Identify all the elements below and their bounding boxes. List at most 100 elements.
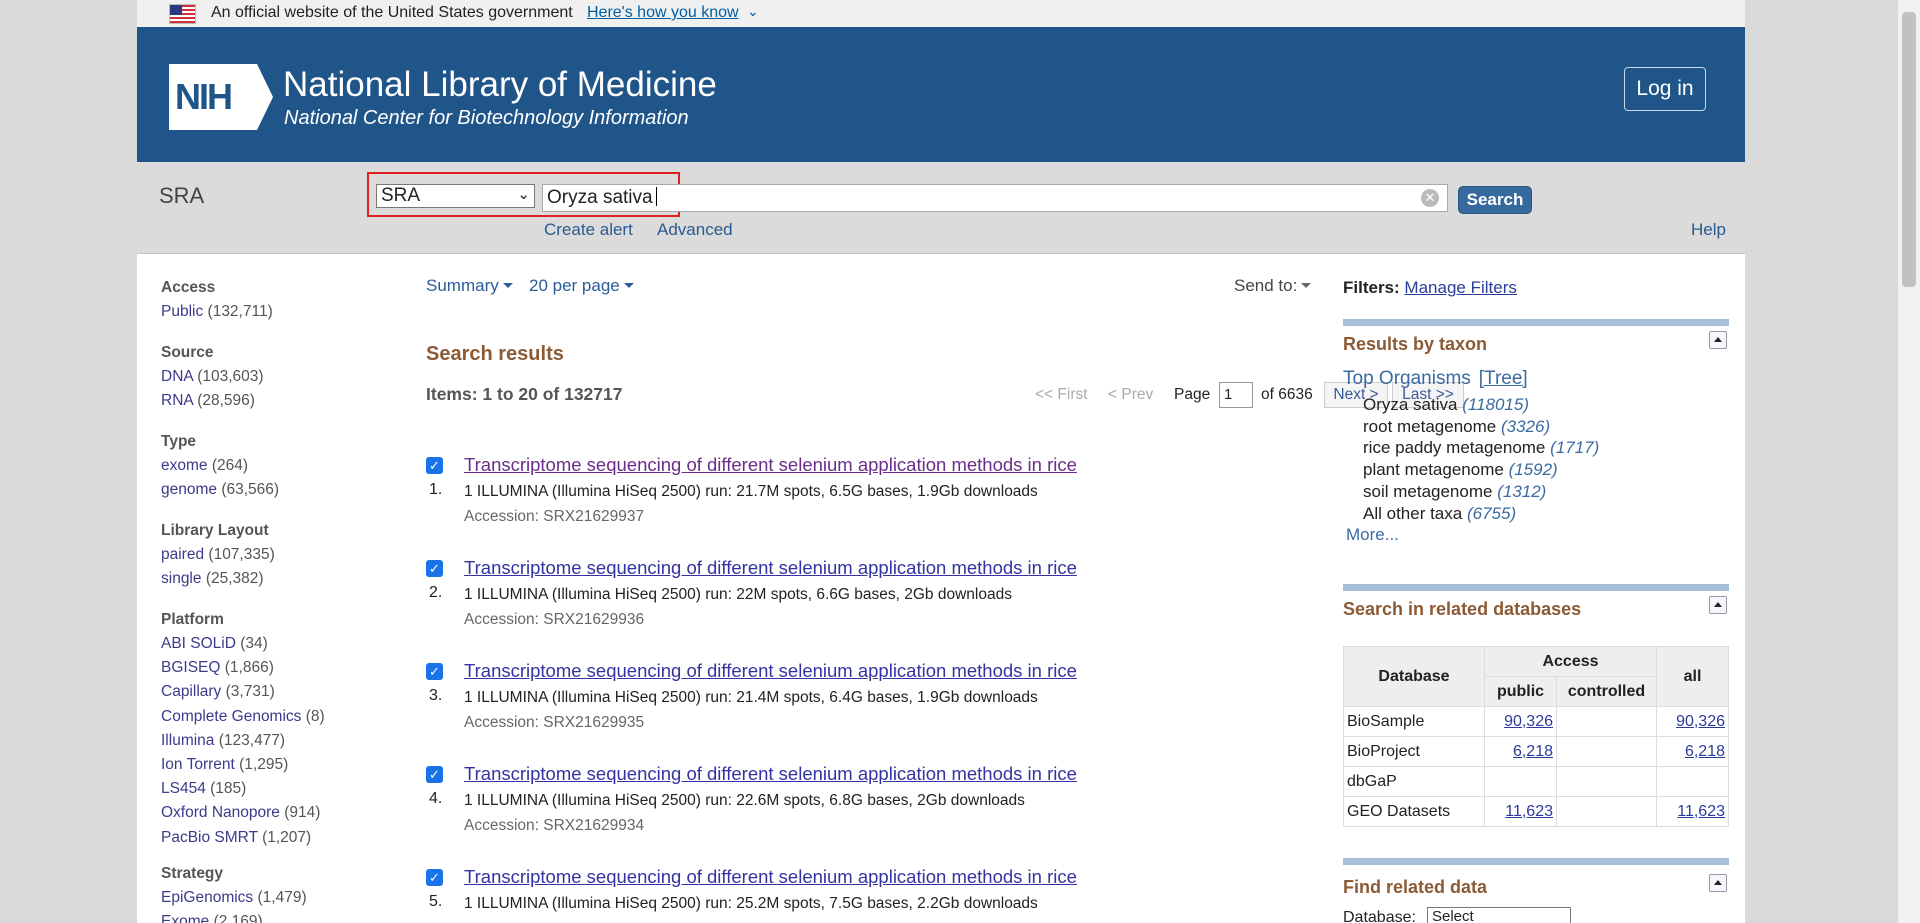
create-alert-link[interactable]: Create alert [544,220,633,240]
login-button[interactable]: Log in [1624,67,1706,111]
filter-item[interactable]: Exome (2,169) [161,910,307,923]
result-checkbox[interactable]: ✓ [426,663,443,680]
filter-item[interactable]: single (25,382) [161,567,275,591]
help-link[interactable]: Help [1691,220,1726,240]
collapse-icon[interactable] [1709,596,1727,614]
tree-link[interactable]: [Tree] [1479,368,1528,389]
filter-heading: Type [161,433,197,450]
nih-logo[interactable]: NIH [169,64,257,130]
summary-format-menu[interactable]: Summary [426,276,513,296]
result-title-link[interactable]: Transcriptome sequencing of different se… [464,763,1077,785]
result-title-link[interactable]: Transcriptome sequencing of different se… [464,660,1077,682]
find-database-select[interactable]: Select [1427,907,1571,923]
filter-item[interactable]: Public (132,711) [161,300,273,324]
result-checkbox[interactable]: ✓ [426,457,443,474]
filter-group-strategy: Strategy EpiGenomics (1,479) Exome (2,16… [161,862,307,923]
search-input[interactable]: Oryza sativa [542,184,1448,212]
filter-item[interactable]: exome (264) [161,454,279,478]
manage-filters-link[interactable]: Manage Filters [1404,278,1516,297]
scrollbar[interactable] [1898,0,1920,923]
table-header: controlled [1556,676,1657,707]
count-link[interactable]: 6,218 [1685,743,1725,760]
filters-label: Filters: [1343,278,1400,297]
nlm-title[interactable]: National Library of Medicine [283,65,717,105]
find-related-data-heading: Find related data [1343,877,1488,897]
gov-banner: An official website of the United States… [137,0,1745,27]
taxon-item[interactable]: soil metagenome (1312) [1363,481,1599,503]
taxon-item[interactable]: plant metagenome (1592) [1363,459,1599,481]
clear-icon[interactable]: ✕ [1421,189,1439,207]
site-header: NIH National Library of Medicine Nationa… [137,27,1745,162]
taxa-list: Oryza sativa (118015) root metagenome (3… [1363,394,1599,524]
search-button[interactable]: Search [1458,186,1532,214]
related-databases-table: Database Access all public controlled Bi… [1343,646,1729,827]
first-page-link: << First [1035,386,1088,403]
taxon-item[interactable]: All other taxa (6755) [1363,503,1599,525]
result-title-link[interactable]: Transcriptome sequencing of different se… [464,557,1077,579]
count-link[interactable]: 90,326 [1676,713,1725,730]
filter-heading: Library Layout [161,522,269,539]
filter-item[interactable]: BGISEQ (1,866) [161,656,325,680]
result-description: 1 ILLUMINA (Illumina HiSeq 2500) run: 25… [464,895,1038,912]
count-link[interactable]: 11,623 [1505,803,1553,820]
result-number: 5. [429,893,443,910]
taxon-item[interactable]: Oryza sativa (118015) [1363,394,1599,416]
result-title-link[interactable]: Transcriptome sequencing of different se… [464,454,1077,476]
filter-item[interactable]: Ion Torrent (1,295) [161,753,325,777]
count-link[interactable]: 90,326 [1504,713,1553,730]
prev-page-link: < Prev [1108,386,1154,403]
page-label: Page [1174,386,1211,403]
count-link[interactable]: 6,218 [1513,743,1553,760]
database-name[interactable]: SRA [159,183,204,209]
table-header: Access [1484,646,1657,677]
search-results-heading: Search results [426,343,564,365]
count-link[interactable]: 11,623 [1677,803,1725,820]
filter-item[interactable]: Capillary (3,731) [161,680,325,704]
filter-item[interactable]: LS454 (185) [161,777,325,801]
nih-logo-arrow-icon [257,64,273,130]
chevron-down-icon: ⌄ [517,186,530,203]
collapse-icon[interactable] [1709,331,1727,349]
filter-item[interactable]: PacBio SMRT (1,207) [161,826,325,850]
filter-item[interactable]: ABI SOLiD (34) [161,632,325,656]
table-header: public [1484,676,1557,707]
result-number: 4. [429,790,443,807]
taxon-item[interactable]: root metagenome (3326) [1363,416,1599,438]
filter-item[interactable]: Complete Genomics (8) [161,705,325,729]
filter-item[interactable]: Illumina (123,477) [161,729,325,753]
page-number-input[interactable]: 1 [1219,382,1253,408]
result-accession: Accession: SRX21629936 [464,611,645,628]
result-number: 2. [429,584,443,601]
filter-heading: Platform [161,611,224,628]
chevron-down-icon[interactable]: ⌄ [747,3,759,20]
table-row: dbGaP [1343,766,1729,797]
result-title-link[interactable]: Transcriptome sequencing of different se… [464,866,1077,888]
page: An official website of the United States… [137,0,1745,923]
per-page-menu[interactable]: 20 per page [529,276,634,296]
filter-item[interactable]: DNA (103,603) [161,365,264,389]
result-checkbox[interactable]: ✓ [426,869,443,886]
filters-line: Filters: Manage Filters [1343,278,1517,298]
filter-item[interactable]: genome (63,566) [161,478,279,502]
filter-item[interactable]: Oxford Nanopore (914) [161,801,325,825]
portlet-bar [1343,319,1729,326]
filter-item[interactable]: paired (107,335) [161,543,275,567]
text-cursor [655,187,657,206]
result-checkbox[interactable]: ✓ [426,766,443,783]
filter-group-platform: Platform ABI SOLiD (34) BGISEQ (1,866) C… [161,608,325,850]
heres-how-you-know-link[interactable]: Here's how you know [587,4,739,22]
more-taxa-link[interactable]: More... [1346,525,1399,545]
database-select[interactable]: SRA ⌄ [376,184,535,208]
result-accession: Accession: SRX21629937 [464,508,645,525]
result-checkbox[interactable]: ✓ [426,560,443,577]
send-to-menu[interactable]: Send to: [1234,276,1312,296]
filter-group-source: Source DNA (103,603) RNA (28,596) [161,341,264,413]
filter-item[interactable]: RNA (28,596) [161,389,264,413]
ncbi-subtitle: National Center for Biotechnology Inform… [284,107,689,129]
collapse-icon[interactable] [1709,874,1727,892]
advanced-search-link[interactable]: Advanced [657,220,733,240]
search-bar: SRA SRA ⌄ Oryza sativa ✕ Search Create a… [137,162,1745,254]
scrollbar-thumb[interactable] [1902,12,1916,287]
taxon-item[interactable]: rice paddy metagenome (1717) [1363,437,1599,459]
filter-item[interactable]: EpiGenomics (1,479) [161,886,307,910]
